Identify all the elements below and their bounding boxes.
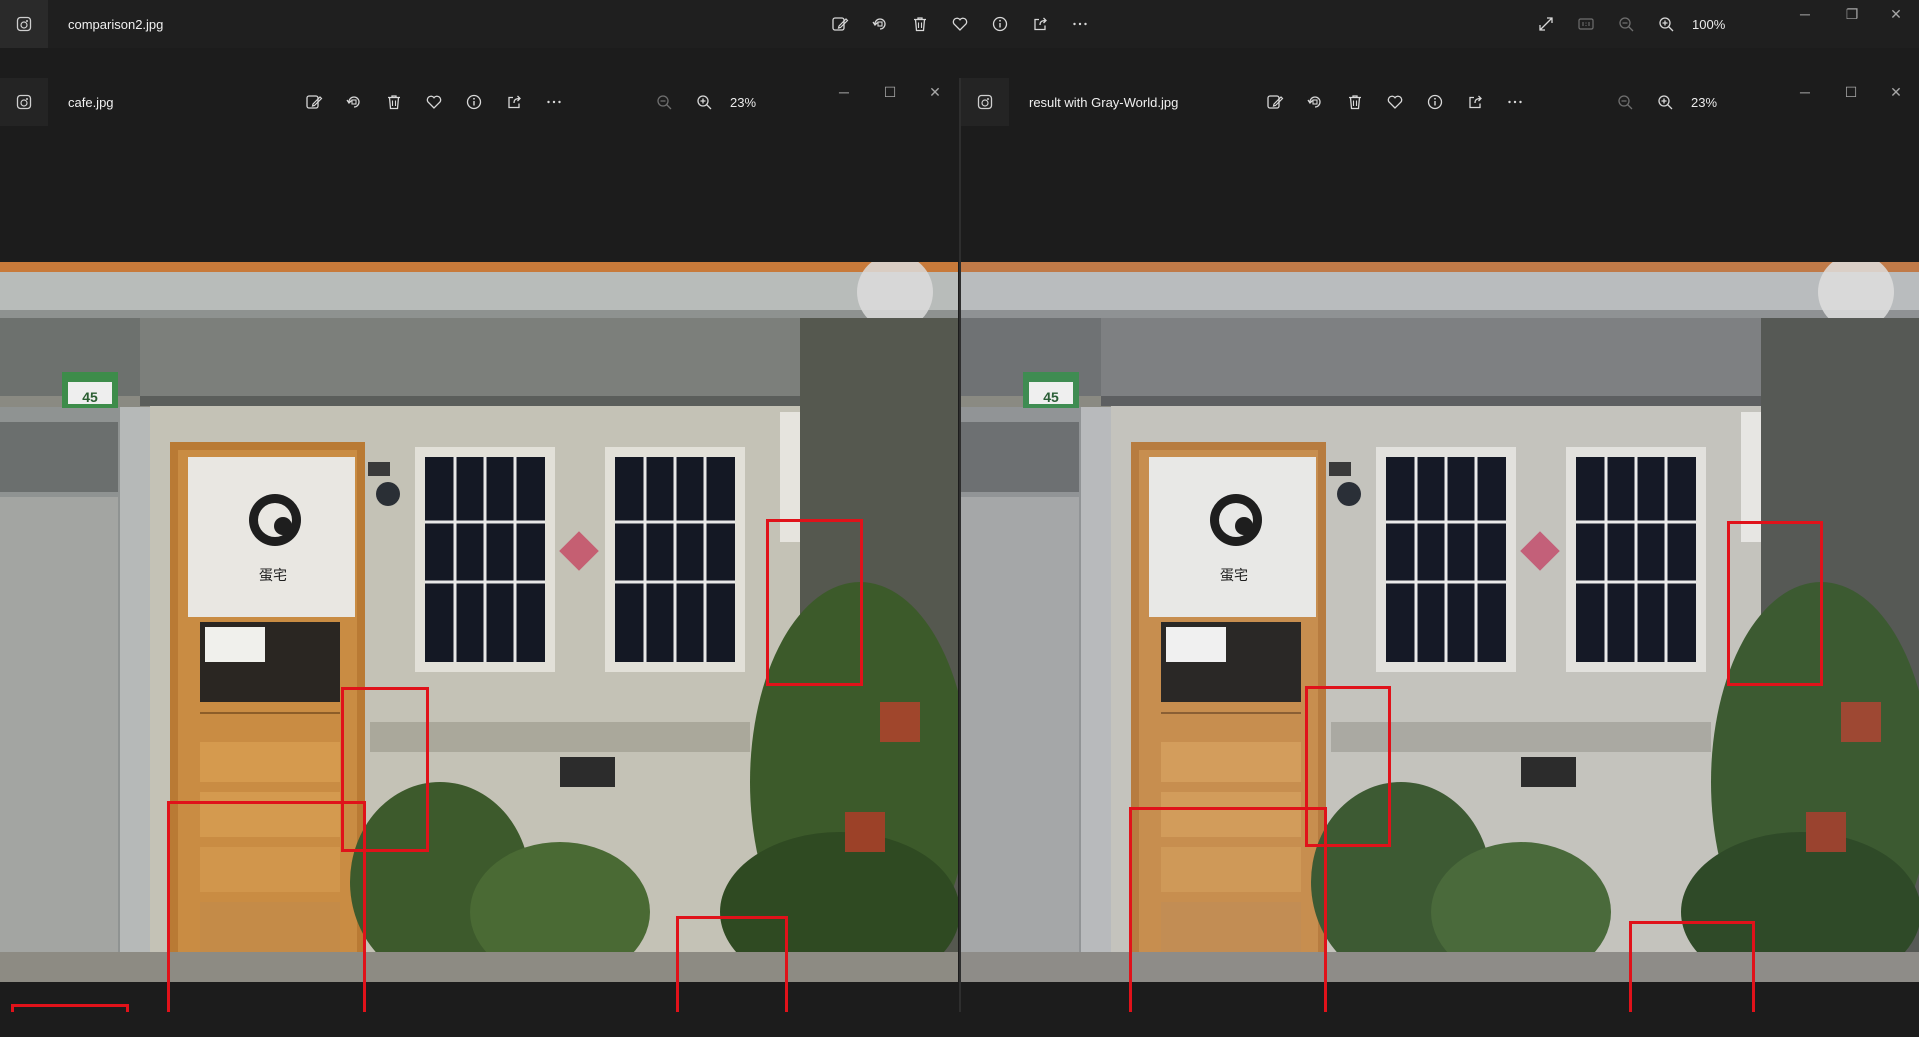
- right-pane-title: result with Gray-World.jpg: [1029, 95, 1179, 110]
- delete-icon[interactable]: [382, 90, 406, 114]
- more-icon[interactable]: [542, 90, 566, 114]
- info-icon[interactable]: [988, 12, 1012, 36]
- zoom-out-icon[interactable]: [1614, 12, 1638, 36]
- left-pane-zoom-level[interactable]: 23%: [730, 95, 756, 110]
- left-pane-title: cafe.jpg: [68, 95, 114, 110]
- right-pane-header: result with Gray-World.jpg 23% ─ ☐ ✕: [961, 78, 1919, 126]
- banner-text: 蛋宅: [259, 568, 287, 584]
- app-icon: [0, 0, 48, 48]
- image-icon: [16, 16, 32, 32]
- fullscreen-icon[interactable]: [1534, 12, 1558, 36]
- left-minimize-button[interactable]: ─: [834, 84, 854, 100]
- left-pane-header: cafe.jpg 23% ─ ☐ ✕: [0, 78, 958, 126]
- zoom-level[interactable]: 100%: [1692, 17, 1725, 32]
- zoom-in-icon[interactable]: [1653, 90, 1677, 114]
- image-icon: [16, 94, 32, 110]
- minimize-button[interactable]: ─: [1795, 6, 1815, 22]
- zoom-in-icon[interactable]: [1654, 12, 1678, 36]
- restore-button[interactable]: ❐: [1842, 6, 1862, 23]
- highlight-box: [766, 519, 863, 686]
- info-icon[interactable]: [1423, 90, 1447, 114]
- left-pane-app-icon: [0, 78, 48, 126]
- favorite-icon[interactable]: [1383, 90, 1407, 114]
- share-icon[interactable]: [502, 90, 526, 114]
- left-maximize-button[interactable]: ☐: [880, 84, 900, 101]
- highlight-box: [676, 916, 788, 1012]
- rotate-icon[interactable]: [1303, 90, 1327, 114]
- house-number: 45: [82, 389, 98, 405]
- image-icon: [977, 94, 993, 110]
- house-number: 45: [1043, 389, 1059, 405]
- share-icon[interactable]: [1463, 90, 1487, 114]
- more-icon[interactable]: [1503, 90, 1527, 114]
- highlight-box: [1129, 807, 1327, 1012]
- banner-text: 蛋宅: [1220, 568, 1248, 584]
- favorite-icon[interactable]: [948, 12, 972, 36]
- right-maximize-button[interactable]: ☐: [1841, 84, 1861, 101]
- zoom-in-icon[interactable]: [692, 90, 716, 114]
- zoom-out-icon[interactable]: [652, 90, 676, 114]
- right-close-button[interactable]: ✕: [1886, 84, 1906, 101]
- right-pane-app-icon: [961, 78, 1009, 126]
- more-icon[interactable]: [1068, 12, 1092, 36]
- actual-size-icon[interactable]: [1574, 12, 1598, 36]
- highlight-box: [1629, 921, 1755, 1012]
- rotate-icon[interactable]: [342, 90, 366, 114]
- zoom-out-icon[interactable]: [1613, 90, 1637, 114]
- highlight-box: [167, 801, 366, 1012]
- left-viewer-pane: cafe.jpg 23% ─ ☐ ✕ 45 蛋宅: [0, 78, 958, 1012]
- info-icon[interactable]: [462, 90, 486, 114]
- highlight-box: [11, 1004, 129, 1012]
- edit-icon[interactable]: [302, 90, 326, 114]
- close-button[interactable]: ✕: [1886, 6, 1906, 23]
- left-close-button[interactable]: ✕: [925, 84, 945, 101]
- highlight-box: [1727, 521, 1823, 686]
- share-icon[interactable]: [1028, 12, 1052, 36]
- delete-icon[interactable]: [908, 12, 932, 36]
- delete-icon[interactable]: [1343, 90, 1367, 114]
- edit-icon[interactable]: [828, 12, 852, 36]
- main-titlebar: comparison2.jpg 100% ─ ❐ ✕: [0, 0, 1919, 48]
- right-pane-zoom-level[interactable]: 23%: [1691, 95, 1717, 110]
- favorite-icon[interactable]: [422, 90, 446, 114]
- window-title: comparison2.jpg: [68, 17, 164, 32]
- rotate-icon[interactable]: [868, 12, 892, 36]
- edit-icon[interactable]: [1263, 90, 1287, 114]
- right-minimize-button[interactable]: ─: [1795, 84, 1815, 100]
- right-viewer-pane: result with Gray-World.jpg 23% ─ ☐ ✕ 45 …: [961, 78, 1919, 1012]
